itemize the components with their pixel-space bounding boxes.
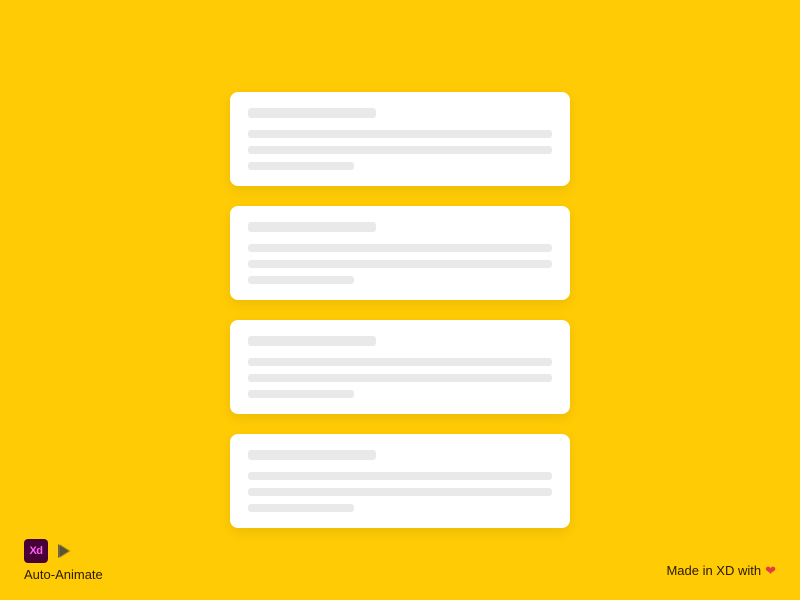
skeleton-card[interactable] xyxy=(230,320,570,414)
skeleton-line xyxy=(248,488,552,496)
skeleton-line xyxy=(248,130,552,138)
skeleton-title xyxy=(248,222,376,232)
skeleton-card[interactable] xyxy=(230,434,570,528)
xd-logo-text: Xd xyxy=(29,545,42,557)
footer-left: Xd Auto-Animate xyxy=(24,539,103,582)
skeleton-title xyxy=(248,450,376,460)
skeleton-line xyxy=(248,146,552,154)
made-in-label: Made in XD with xyxy=(666,563,761,578)
skeleton-card[interactable] xyxy=(230,92,570,186)
skeleton-line xyxy=(248,390,354,398)
footer-right: Made in XD with ❤ xyxy=(666,563,776,578)
skeleton-line xyxy=(248,374,552,382)
heart-icon: ❤ xyxy=(765,564,776,577)
skeleton-line xyxy=(248,260,552,268)
skeleton-line xyxy=(248,244,552,252)
play-icon xyxy=(58,544,69,558)
skeleton-title xyxy=(248,336,376,346)
skeleton-line xyxy=(248,276,354,284)
skeleton-line xyxy=(248,162,354,170)
skeleton-line xyxy=(248,358,552,366)
cards-list xyxy=(230,92,570,528)
auto-animate-label: Auto-Animate xyxy=(24,567,103,582)
skeleton-title xyxy=(248,108,376,118)
xd-logo-icon: Xd xyxy=(24,539,48,563)
footer-icons: Xd xyxy=(24,539,103,563)
skeleton-line xyxy=(248,504,354,512)
skeleton-line xyxy=(248,472,552,480)
skeleton-card[interactable] xyxy=(230,206,570,300)
